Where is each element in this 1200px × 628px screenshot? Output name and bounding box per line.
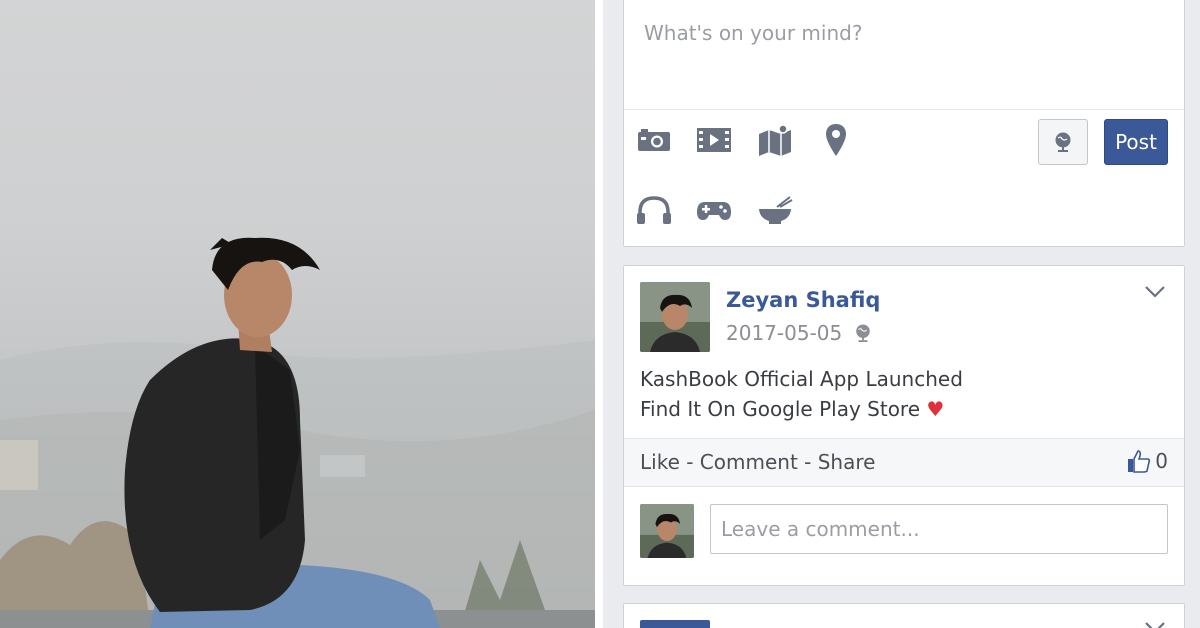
next-post-card xyxy=(623,603,1185,628)
globe-icon xyxy=(856,324,870,342)
comment-input[interactable] xyxy=(710,504,1168,554)
divider xyxy=(595,0,603,628)
photo-illustration xyxy=(0,237,595,628)
author-avatar[interactable] xyxy=(640,282,710,352)
like-count: 0 xyxy=(1155,449,1168,473)
post-actions-bar: Like - Comment - Share 0 xyxy=(624,438,1184,487)
like-counter[interactable]: 0 xyxy=(1127,449,1168,473)
post-composer: What's on your mind? Post xyxy=(623,0,1185,247)
profile-photo xyxy=(0,0,595,628)
privacy-selector-button[interactable] xyxy=(1038,119,1088,165)
post-text-line-2: Find It On Google Play Store ♥ xyxy=(640,397,945,421)
post-date: 2017-05-05 xyxy=(726,321,872,345)
thumbs-up-icon xyxy=(1128,450,1151,473)
globe-icon xyxy=(1055,132,1071,152)
next-post-avatar[interactable] xyxy=(640,620,710,628)
map-icon[interactable] xyxy=(755,111,795,169)
food-bowl-icon[interactable] xyxy=(755,181,795,239)
composer-tools-row-1: Post xyxy=(624,111,1184,171)
post-body: KashBook Official App Launched Find It O… xyxy=(640,364,963,424)
author-name[interactable]: Zeyan Shafiq xyxy=(726,288,880,312)
gamepad-icon[interactable] xyxy=(694,181,734,239)
post-button[interactable]: Post xyxy=(1104,119,1168,165)
camera-icon[interactable] xyxy=(634,111,674,169)
headphones-icon[interactable] xyxy=(634,181,674,239)
post-date-text: 2017-05-05 xyxy=(726,321,843,345)
video-icon[interactable] xyxy=(694,111,734,169)
news-feed: What's on your mind? Post Zeyan Shafiq 2… xyxy=(603,0,1200,628)
chevron-down-icon[interactable] xyxy=(1144,284,1166,303)
location-pin-icon[interactable] xyxy=(816,111,856,169)
post-card: Zeyan Shafiq 2017-05-05 KashBook Officia… xyxy=(623,265,1185,586)
like-comment-share-links[interactable]: Like - Comment - Share xyxy=(640,450,875,474)
chevron-down-icon[interactable] xyxy=(1144,620,1166,628)
post-text-line-1: KashBook Official App Launched xyxy=(640,367,963,391)
comment-row xyxy=(624,488,1184,586)
heart-emoji: ♥ xyxy=(926,397,945,421)
commenter-avatar xyxy=(640,504,694,558)
composer-tools-row-2 xyxy=(624,181,1184,241)
status-textarea[interactable]: What's on your mind? xyxy=(624,0,1184,110)
status-placeholder: What's on your mind? xyxy=(644,21,863,45)
